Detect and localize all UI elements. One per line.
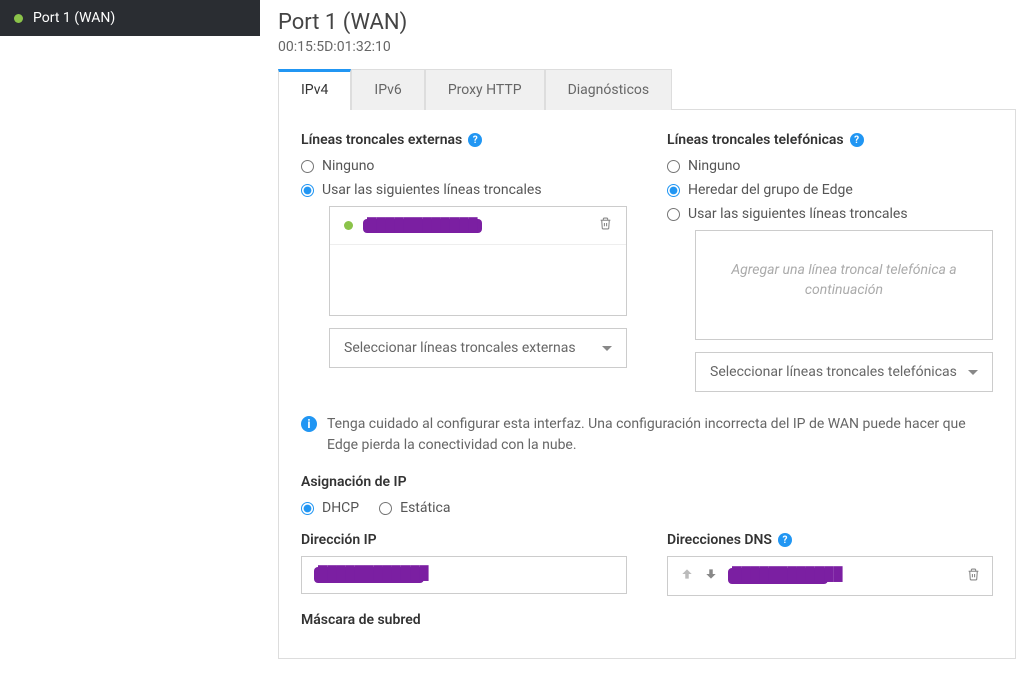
tab-content: Líneas troncales externas ? Ninguno Usar…	[278, 110, 1016, 659]
dns-value-redacted: ████████████	[728, 568, 828, 584]
main-content: Port 1 (WAN) 00:15:5D:01:32:10 IPv4 IPv6…	[260, 0, 1034, 659]
help-icon[interactable]: ?	[850, 133, 864, 147]
subnet-label: Máscara de subred	[301, 612, 627, 628]
caret-down-icon	[602, 346, 612, 351]
radio-input-phone-none[interactable]	[667, 160, 680, 173]
radio-dhcp[interactable]: DHCP	[301, 500, 359, 516]
phone-trunk-placeholder: Agregar una línea troncal telefónica a c…	[696, 231, 992, 330]
external-trunk-list: ████████████	[329, 206, 627, 316]
tab-ipv4[interactable]: IPv4	[278, 69, 351, 110]
tab-ipv6[interactable]: IPv6	[351, 69, 424, 110]
external-trunks-section: Líneas troncales externas ? Ninguno Usar…	[301, 132, 627, 392]
dns-entry: ████████████	[667, 556, 993, 596]
trash-icon[interactable]	[599, 217, 612, 234]
status-dot-icon	[14, 14, 23, 23]
phone-trunks-section: Líneas troncales telefónicas ? Ninguno H…	[667, 132, 993, 392]
phone-trunks-label: Líneas troncales telefónicas ?	[667, 132, 993, 148]
radio-input-external-none[interactable]	[301, 160, 314, 173]
arrow-down-icon[interactable]	[704, 567, 718, 585]
sidebar-item-label: Port 1 (WAN)	[33, 10, 115, 26]
page-title: Port 1 (WAN)	[278, 10, 1016, 35]
phone-trunk-list: Agregar una línea troncal telefónica a c…	[695, 230, 993, 340]
trunk-name-redacted: ████████████	[363, 219, 482, 233]
radio-input-phone-use[interactable]	[667, 208, 680, 221]
ip-address-value-redacted: ████████████	[314, 567, 424, 583]
ip-address-section: Dirección IP ████████████ Máscara de sub…	[301, 532, 627, 636]
help-icon[interactable]: ?	[468, 133, 482, 147]
warning-message: i Tenga cuidado al configurar esta inter…	[301, 414, 993, 456]
select-phone-trunks[interactable]: Seleccionar líneas troncales telefónicas	[695, 352, 993, 392]
external-trunks-label: Líneas troncales externas ?	[301, 132, 627, 148]
radio-phone-use[interactable]: Usar las siguientes líneas troncales	[667, 206, 993, 222]
ip-address-input[interactable]: ████████████	[301, 556, 627, 594]
caret-down-icon	[968, 370, 978, 375]
select-external-trunks[interactable]: Seleccionar líneas troncales externas	[329, 328, 627, 368]
tab-proxy-http[interactable]: Proxy HTTP	[425, 69, 545, 110]
arrow-up-icon[interactable]	[680, 567, 694, 585]
radio-input-dhcp[interactable]	[301, 502, 314, 515]
radio-external-use[interactable]: Usar las siguientes líneas troncales	[301, 182, 627, 198]
tab-diagnostics[interactable]: Diagnósticos	[545, 69, 673, 110]
info-icon: i	[301, 416, 317, 432]
radio-external-none[interactable]: Ninguno	[301, 158, 627, 174]
help-icon[interactable]: ?	[778, 533, 792, 547]
radio-input-static[interactable]	[379, 502, 392, 515]
dns-section: Direcciones DNS ? ████████████	[667, 532, 993, 636]
radio-phone-none[interactable]: Ninguno	[667, 158, 993, 174]
radio-static[interactable]: Estática	[379, 500, 450, 516]
dns-label: Direcciones DNS ?	[667, 532, 993, 548]
ip-address-label: Dirección IP	[301, 532, 627, 548]
external-trunk-item: ████████████	[330, 207, 626, 245]
sidebar-item-port1[interactable]: Port 1 (WAN)	[0, 0, 260, 36]
trash-icon[interactable]	[967, 568, 980, 585]
sidebar: Port 1 (WAN)	[0, 0, 260, 659]
mac-address: 00:15:5D:01:32:10	[278, 39, 1016, 55]
ip-assignment-label: Asignación de IP	[301, 474, 993, 490]
status-dot-icon	[344, 221, 353, 230]
radio-input-external-use[interactable]	[301, 184, 314, 197]
tabs: IPv4 IPv6 Proxy HTTP Diagnósticos	[278, 69, 1016, 110]
radio-input-phone-inherit[interactable]	[667, 184, 680, 197]
radio-phone-inherit[interactable]: Heredar del grupo de Edge	[667, 182, 993, 198]
